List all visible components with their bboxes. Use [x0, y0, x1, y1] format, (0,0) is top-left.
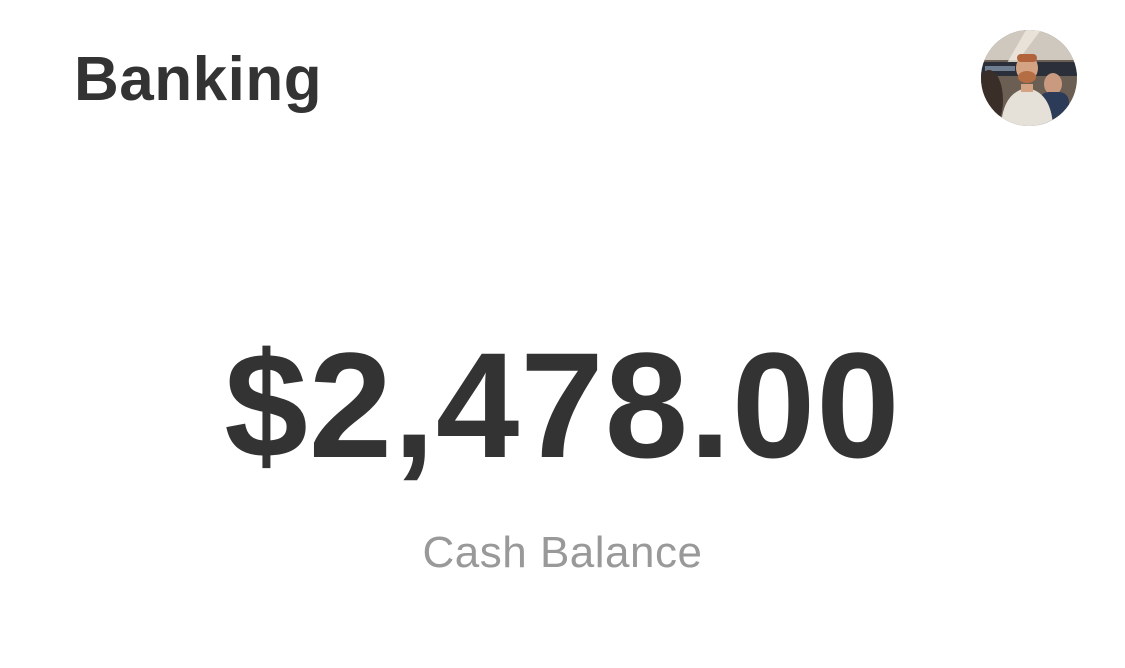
page-title: Banking	[74, 45, 323, 114]
banking-screen: Banking $2,478.00 Cash Balance	[0, 0, 1125, 668]
cash-balance-amount: $2,478.00	[224, 321, 901, 489]
profile-photo-icon	[981, 30, 1077, 126]
avatar[interactable]	[981, 30, 1077, 126]
balance-section: $2,478.00 Cash Balance	[0, 330, 1125, 578]
cash-balance-label: Cash Balance	[422, 528, 703, 577]
